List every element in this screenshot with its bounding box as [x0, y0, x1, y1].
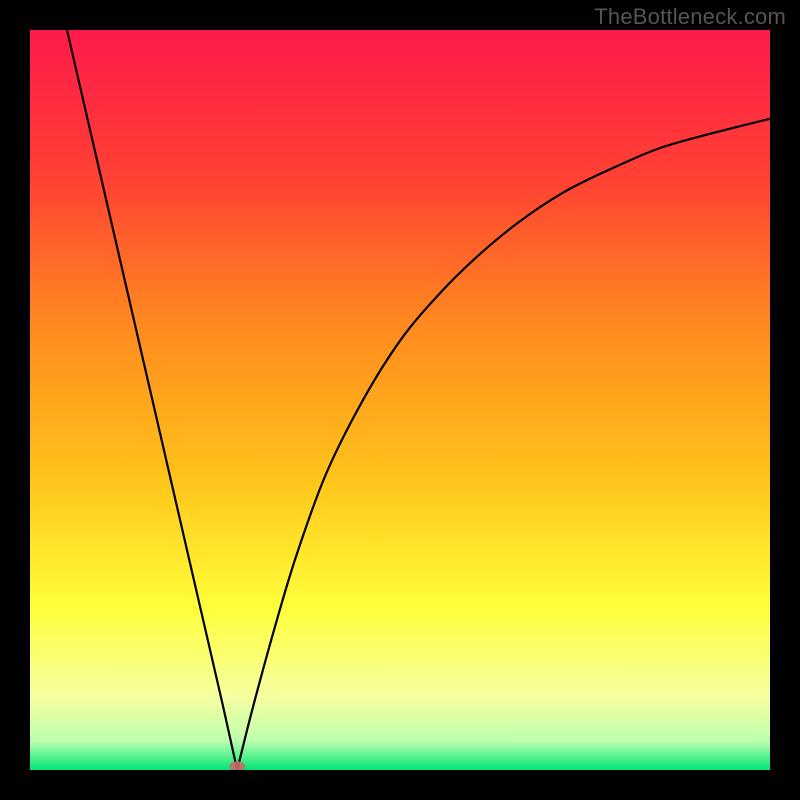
watermark-text: TheBottleneck.com — [594, 4, 786, 30]
chart-background — [30, 30, 770, 770]
plot-region — [30, 30, 770, 770]
bottleneck-chart — [30, 30, 770, 770]
chart-frame: TheBottleneck.com — [0, 0, 800, 800]
